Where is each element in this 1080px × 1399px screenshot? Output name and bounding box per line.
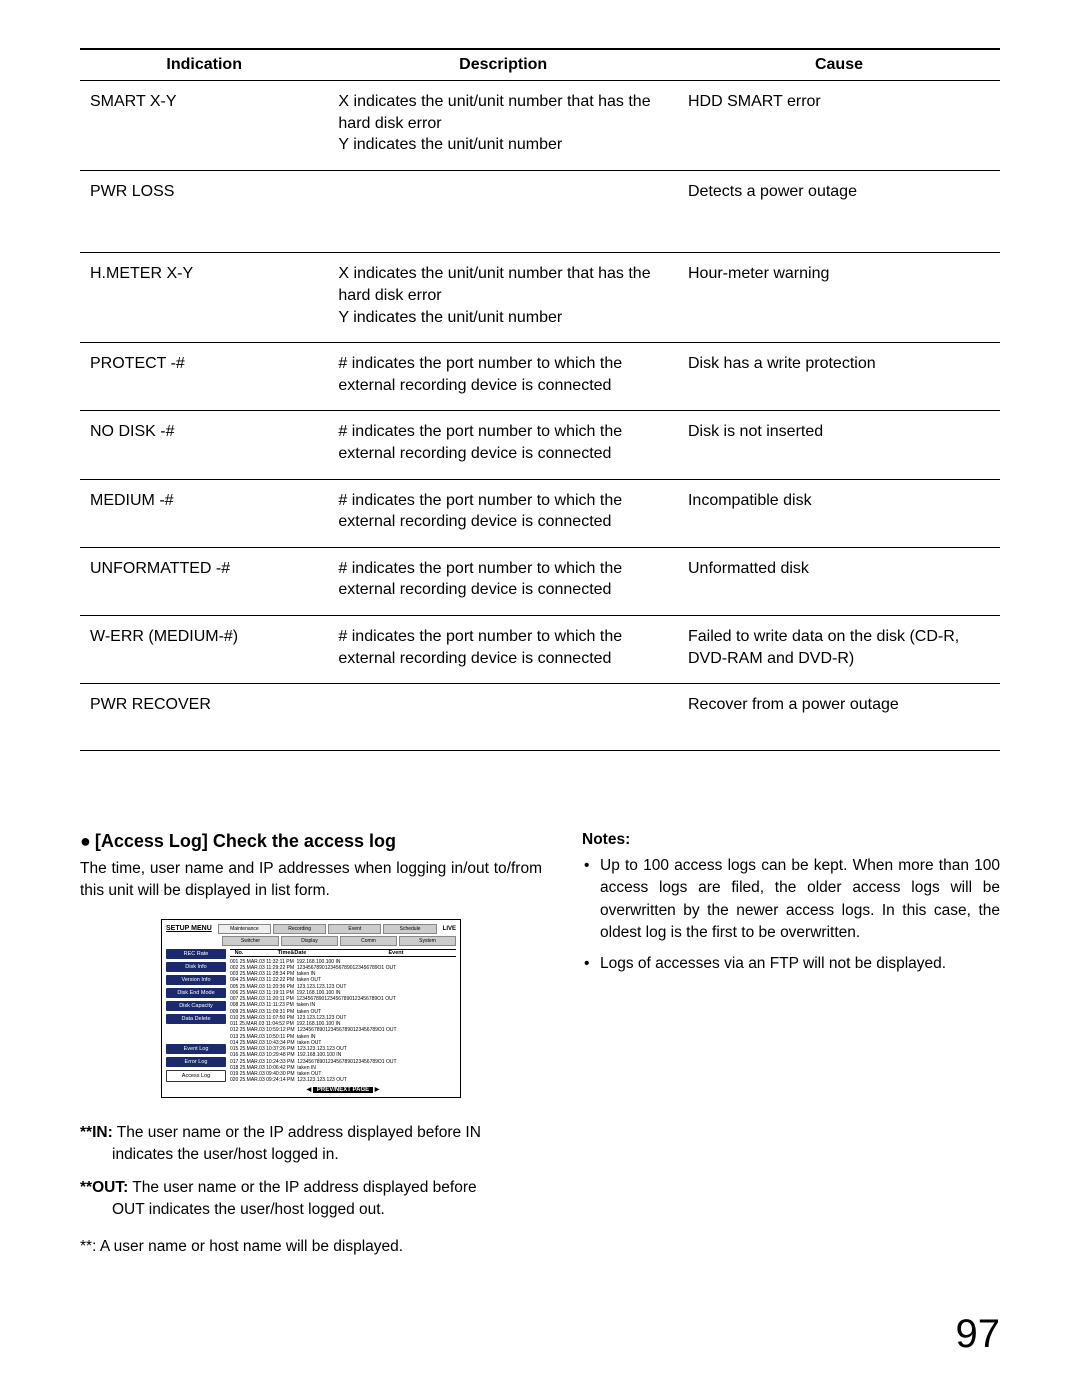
cell-description bbox=[328, 684, 678, 751]
table-row: MEDIUM -## indicates the port number to … bbox=[80, 479, 1000, 547]
cell-description bbox=[328, 170, 678, 253]
note-item: Up to 100 access logs can be kept. When … bbox=[600, 855, 1000, 945]
def-out-label: **OUT: bbox=[80, 1179, 128, 1196]
cell-description: # indicates the port number to which the… bbox=[328, 343, 678, 411]
cell-indication: H.METER X-Y bbox=[80, 253, 328, 343]
cell-description: # indicates the port number to which the… bbox=[328, 479, 678, 547]
scr-side-disk-cap[interactable]: Disk Capacity bbox=[166, 1001, 226, 1011]
cell-cause: Recover from a power outage bbox=[678, 684, 1000, 751]
cell-indication: W-ERR (MEDIUM-#) bbox=[80, 615, 328, 683]
notes-label: Notes: bbox=[582, 831, 1000, 849]
setup-menu-screenshot: SETUP MENU Maintenance Recording Event S… bbox=[161, 919, 461, 1098]
table-row: H.METER X-YX indicates the unit/unit num… bbox=[80, 253, 1000, 343]
scr-pager[interactable]: ◀ PREV/NEXT PAGE ▶ bbox=[230, 1086, 456, 1093]
table-row: W-ERR (MEDIUM-#)# indicates the port num… bbox=[80, 615, 1000, 683]
cell-indication: NO DISK -# bbox=[80, 411, 328, 479]
def-out-text-a: The user name or the IP address displaye… bbox=[128, 1179, 476, 1196]
scr-live-label: LIVE bbox=[439, 926, 456, 932]
scr-tab-recording[interactable]: Recording bbox=[273, 924, 326, 934]
def-in-text-a: The user name or the IP address displaye… bbox=[113, 1124, 481, 1141]
table-row: NO DISK -## indicates the port number to… bbox=[80, 411, 1000, 479]
table-row: SMART X-YX indicates the unit/unit numbe… bbox=[80, 81, 1000, 171]
scr-tab-display[interactable]: Display bbox=[281, 936, 338, 946]
cell-cause: Failed to write data on the disk (CD-R, … bbox=[678, 615, 1000, 683]
cell-cause: Hour-meter warning bbox=[678, 253, 1000, 343]
cell-cause: Incompatible disk bbox=[678, 479, 1000, 547]
section-heading: ●[Access Log] Check the access log bbox=[80, 831, 542, 852]
footnote: **: A user name or host name will be dis… bbox=[80, 1238, 542, 1256]
cell-description: # indicates the port number to which the… bbox=[328, 615, 678, 683]
cell-description: # indicates the port number to which the… bbox=[328, 547, 678, 615]
cell-cause: Disk is not inserted bbox=[678, 411, 1000, 479]
scr-tab-event[interactable]: Event bbox=[328, 924, 381, 934]
scr-log-lines: 001 25.MAR.03 11:32:11 PM 192.168.100.10… bbox=[230, 957, 456, 1084]
col-header-cause: Cause bbox=[678, 49, 1000, 81]
section-heading-text: [Access Log] Check the access log bbox=[95, 831, 396, 851]
scr-sidebar: REC Rate Disk Info Version Info Disk End… bbox=[166, 949, 226, 1093]
cell-description: # indicates the port number to which the… bbox=[328, 411, 678, 479]
table-row: UNFORMATTED -## indicates the port numbe… bbox=[80, 547, 1000, 615]
scr-side-disk-info[interactable]: Disk Info bbox=[166, 962, 226, 972]
scr-tab-maintenance[interactable]: Maintenance bbox=[218, 924, 271, 934]
cell-cause: HDD SMART error bbox=[678, 81, 1000, 171]
cell-indication: SMART X-Y bbox=[80, 81, 328, 171]
scr-tab-comm[interactable]: Comm bbox=[340, 936, 397, 946]
cell-indication: PWR RECOVER bbox=[80, 684, 328, 751]
scr-side-version[interactable]: Version Info bbox=[166, 975, 226, 985]
cell-indication: PWR LOSS bbox=[80, 170, 328, 253]
page-number: 97 bbox=[956, 1312, 1001, 1357]
scr-tab-schedule[interactable]: Schedule bbox=[383, 924, 436, 934]
notes-section: Notes: Up to 100 access logs can be kept… bbox=[582, 831, 1000, 1256]
cell-indication: PROTECT -# bbox=[80, 343, 328, 411]
cell-description: X indicates the unit/unit number that ha… bbox=[328, 81, 678, 171]
scr-col-no: No. bbox=[230, 950, 248, 956]
cell-cause: Unformatted disk bbox=[678, 547, 1000, 615]
scr-side-rec-rate[interactable]: REC Rate bbox=[166, 949, 226, 959]
cell-cause: Disk has a write protection bbox=[678, 343, 1000, 411]
scr-title: SETUP MENU bbox=[166, 925, 216, 932]
scr-side-data-del[interactable]: Data Delete bbox=[166, 1014, 226, 1024]
def-in-text-b: indicates the user/host logged in. bbox=[80, 1144, 542, 1166]
scr-side-event-log[interactable]: Event Log bbox=[166, 1044, 226, 1054]
col-header-indication: Indication bbox=[80, 49, 328, 81]
table-row: PWR LOSS Detects a power outage bbox=[80, 170, 1000, 253]
note-item: Logs of accesses via an FTP will not be … bbox=[600, 953, 1000, 975]
def-out-text-b: OUT indicates the user/host logged out. bbox=[80, 1199, 542, 1221]
table-row: PROTECT -## indicates the port number to… bbox=[80, 343, 1000, 411]
in-out-definitions: **IN: The user name or the IP address di… bbox=[80, 1122, 542, 1222]
table-row: PWR RECOVER Recover from a power outage bbox=[80, 684, 1000, 751]
section-lead: The time, user name and IP addresses whe… bbox=[80, 858, 542, 903]
scr-tab-system[interactable]: System bbox=[399, 936, 456, 946]
access-log-section: ●[Access Log] Check the access log The t… bbox=[80, 831, 542, 1256]
scr-col-time: Time&Date bbox=[248, 950, 336, 956]
error-indication-table: Indication Description Cause SMART X-YX … bbox=[80, 48, 1000, 751]
col-header-description: Description bbox=[328, 49, 678, 81]
cell-indication: MEDIUM -# bbox=[80, 479, 328, 547]
cell-indication: UNFORMATTED -# bbox=[80, 547, 328, 615]
scr-tab-switcher[interactable]: Switcher bbox=[222, 936, 279, 946]
scr-side-disk-end[interactable]: Disk End Mode bbox=[166, 988, 226, 998]
cell-description: X indicates the unit/unit number that ha… bbox=[328, 253, 678, 343]
scr-col-event: Event bbox=[336, 950, 456, 956]
scr-side-error-log[interactable]: Error Log bbox=[166, 1057, 226, 1067]
cell-cause: Detects a power outage bbox=[678, 170, 1000, 253]
def-in-label: **IN: bbox=[80, 1124, 113, 1141]
scr-side-access-log[interactable]: Access Log bbox=[166, 1070, 226, 1082]
